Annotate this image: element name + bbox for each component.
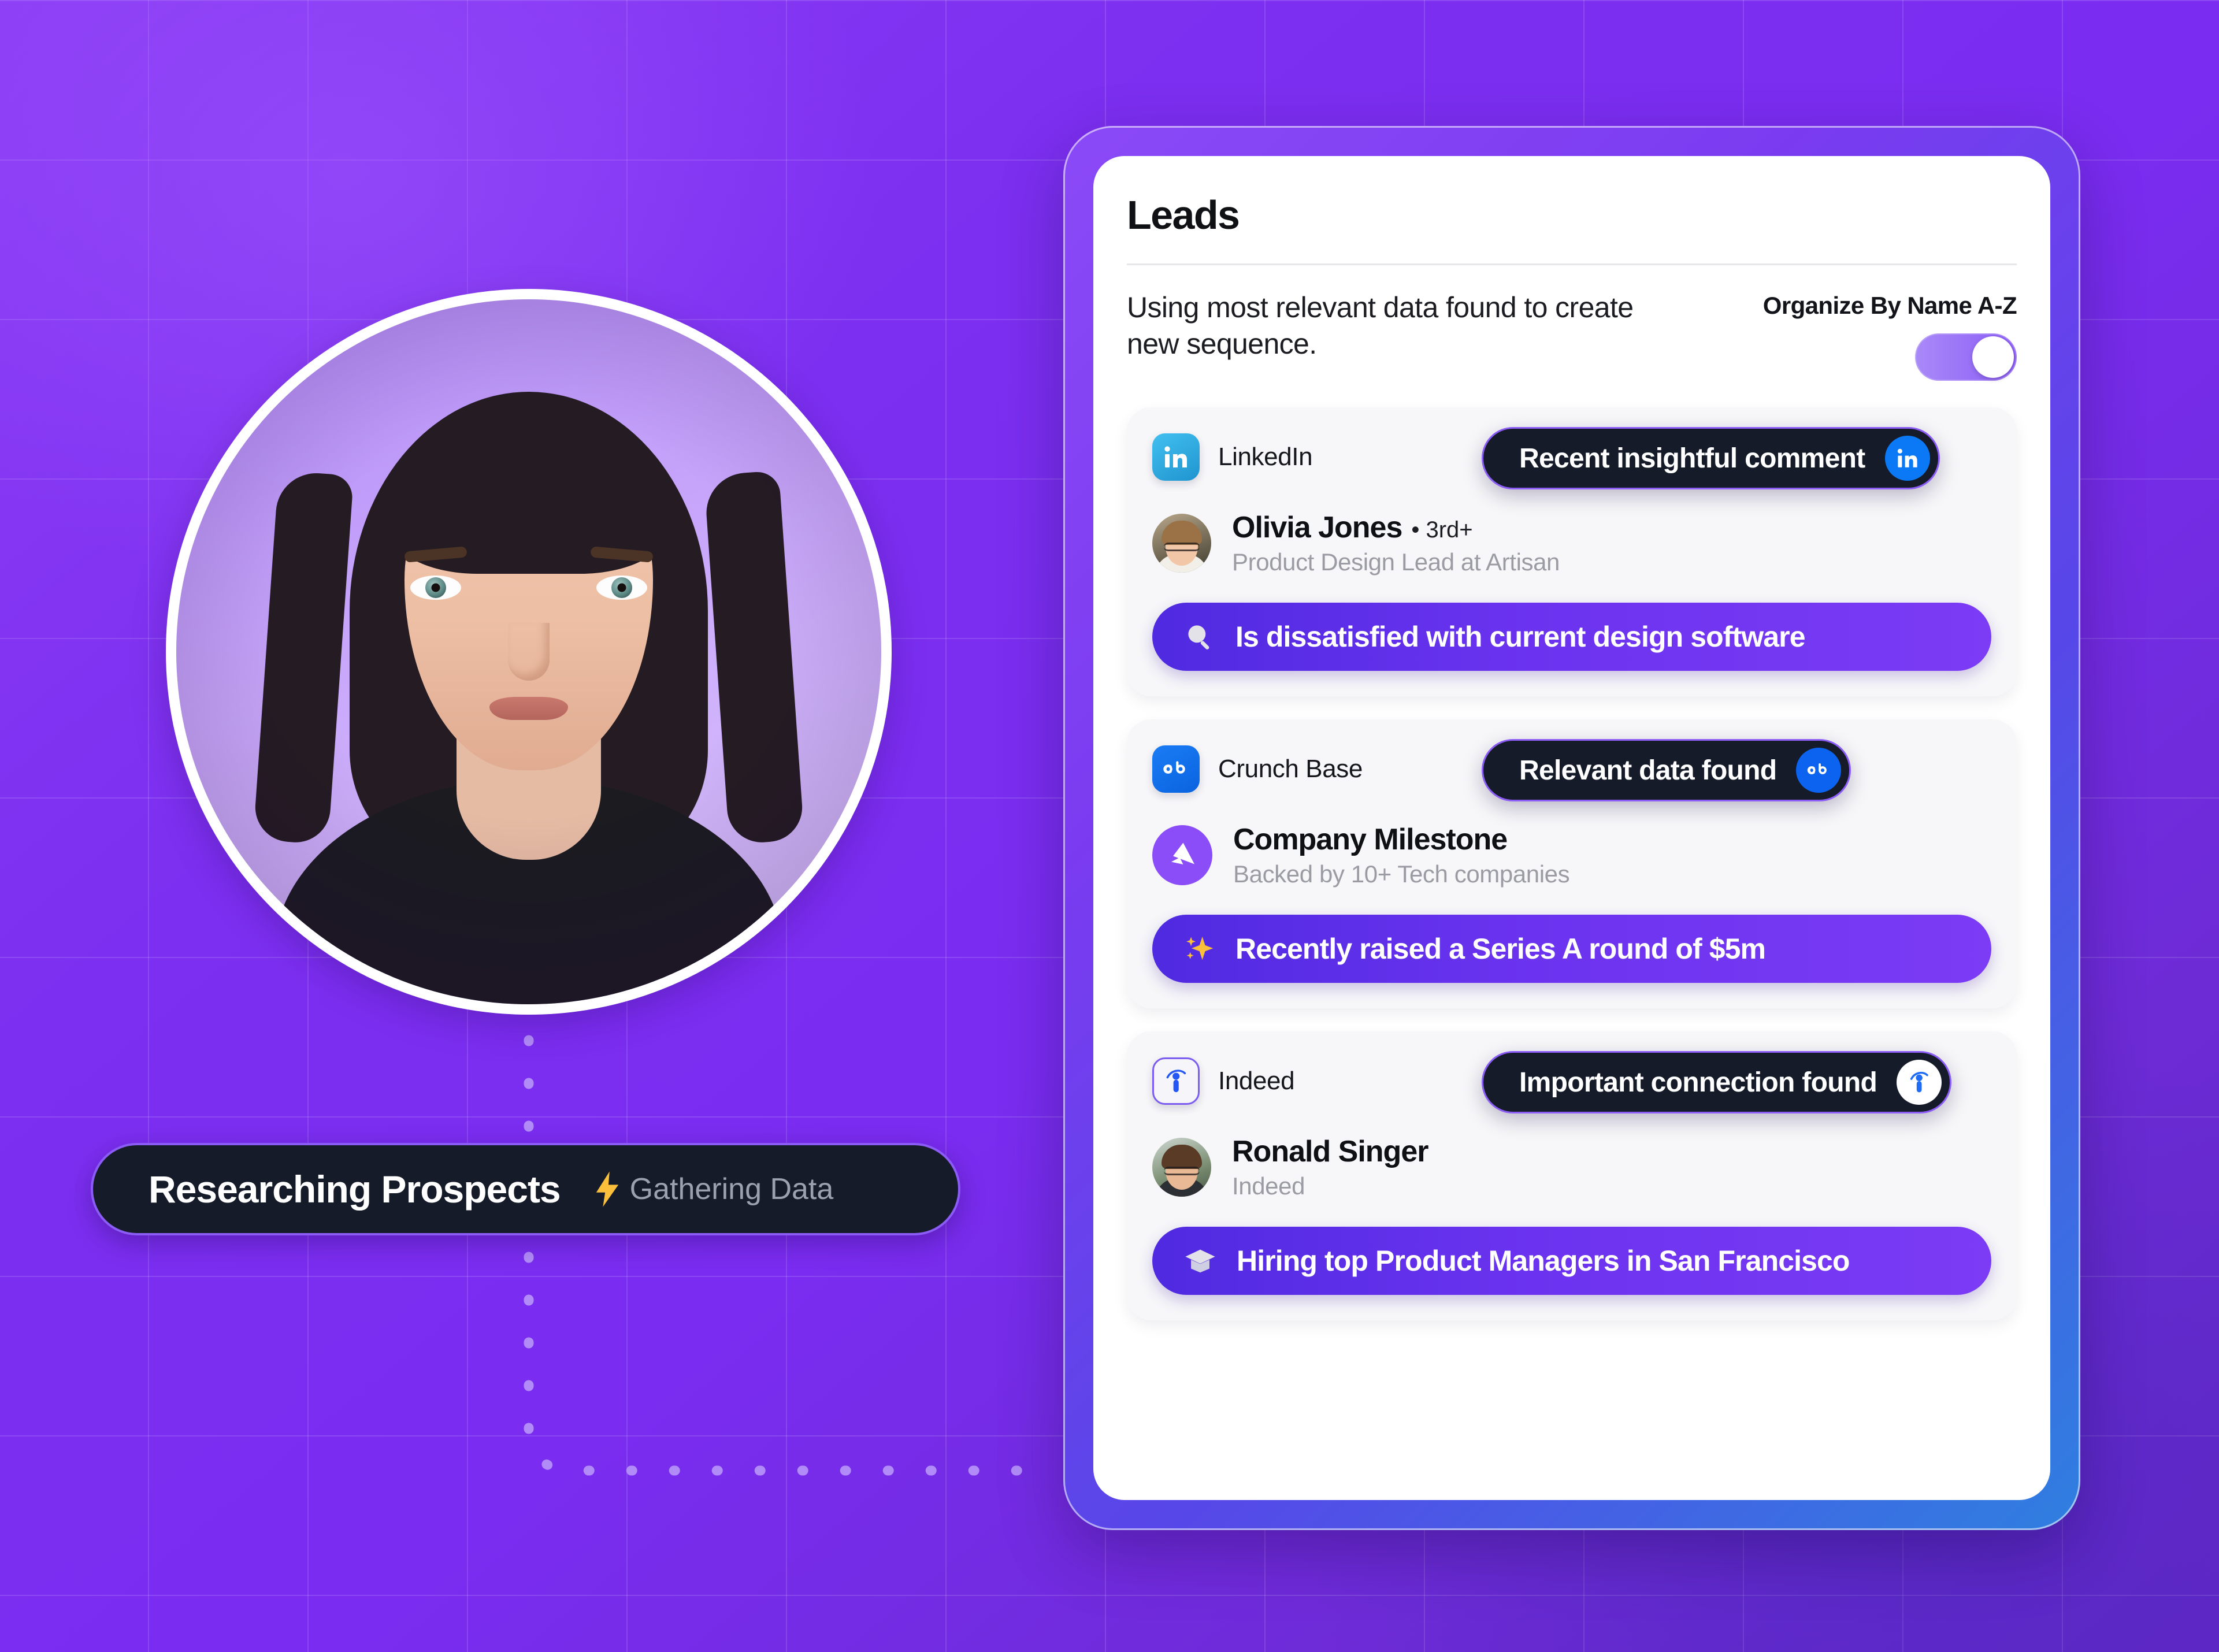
insight-pill[interactable]: Is dissatisfied with current design soft… xyxy=(1152,603,1991,671)
indeed-icon xyxy=(1152,1057,1200,1105)
organize-toggle[interactable] xyxy=(1915,333,2017,381)
badge-label: Important connection found xyxy=(1519,1067,1877,1098)
panel-subtitle: Using most relevant data found to create… xyxy=(1127,291,1634,360)
insight-pill[interactable]: Recently raised a Series A round of $5m xyxy=(1152,915,1991,983)
linkedin-icon xyxy=(1152,433,1200,481)
person-avatar xyxy=(1152,514,1211,573)
status-badge: Important connection found xyxy=(1482,1051,1952,1113)
artisan-logo-icon xyxy=(1152,825,1212,885)
person-name: Olivia Jones xyxy=(1232,511,1402,544)
toggle-knob xyxy=(1972,336,2014,378)
sparkles-icon xyxy=(1186,937,1214,960)
avatar xyxy=(166,289,892,1015)
indeed-circle-icon xyxy=(1897,1060,1942,1105)
page-title: Leads xyxy=(1127,192,1240,237)
avatar-photo xyxy=(176,299,881,1004)
lead-card[interactable]: Crunch Base Relevant data found Company … xyxy=(1127,719,2017,1008)
badge-label: Recent insightful comment xyxy=(1519,443,1865,474)
insight-label: Hiring top Product Managers in San Franc… xyxy=(1237,1245,1850,1277)
lead-card[interactable]: LinkedIn Recent insightful comment Olivi… xyxy=(1127,407,2017,696)
title-divider xyxy=(1127,263,2017,265)
person-name: Ronald Singer xyxy=(1232,1135,1428,1168)
source-label: Indeed xyxy=(1218,1067,1295,1095)
linkedin-circle-icon xyxy=(1884,436,1930,481)
source-label: Crunch Base xyxy=(1218,755,1363,783)
crunchbase-circle-icon xyxy=(1796,748,1842,793)
lightning-bolt-icon xyxy=(596,1171,618,1207)
status-pill[interactable]: Researching Prospects Gathering Data xyxy=(91,1143,960,1235)
status-title: Researching Prospects xyxy=(149,1168,561,1211)
lead-card[interactable]: Indeed Important connection found Ronald… xyxy=(1127,1031,2017,1320)
source-label: LinkedIn xyxy=(1218,443,1313,471)
insight-pill[interactable]: Hiring top Product Managers in San Franc… xyxy=(1152,1227,1991,1295)
badge-label: Relevant data found xyxy=(1519,755,1777,786)
insight-label: Is dissatisfied with current design soft… xyxy=(1235,621,1806,653)
leads-panel: Leads Using most relevant data found to … xyxy=(1093,156,2050,1500)
insight-label: Recently raised a Series A round of $5m xyxy=(1235,933,1766,965)
screenshot-root: Researching Prospects Gathering Data Lea… xyxy=(0,0,2219,1652)
leads-list: LinkedIn Recent insightful comment Olivi… xyxy=(1127,407,2017,1320)
organize-label: Organize By Name A-Z xyxy=(1762,292,2017,319)
company-detail: Backed by 10+ Tech companies xyxy=(1233,860,1570,888)
graduation-cap-icon xyxy=(1185,1249,1215,1273)
status-subtitle: Gathering Data xyxy=(629,1172,834,1206)
status-badge: Recent insightful comment xyxy=(1482,427,1940,489)
person-degree: • 3rd+ xyxy=(1411,517,1473,543)
company-name: Company Milestone xyxy=(1233,823,1508,856)
leads-panel-frame: Leads Using most relevant data found to … xyxy=(1063,126,2080,1530)
crunchbase-icon xyxy=(1152,745,1200,793)
magnifier-icon xyxy=(1188,625,1209,649)
person-role: Indeed xyxy=(1232,1172,1305,1200)
status-badge: Relevant data found xyxy=(1482,739,1851,801)
person-avatar xyxy=(1152,1138,1211,1197)
person-role: Product Design Lead at Artisan xyxy=(1232,548,1560,576)
